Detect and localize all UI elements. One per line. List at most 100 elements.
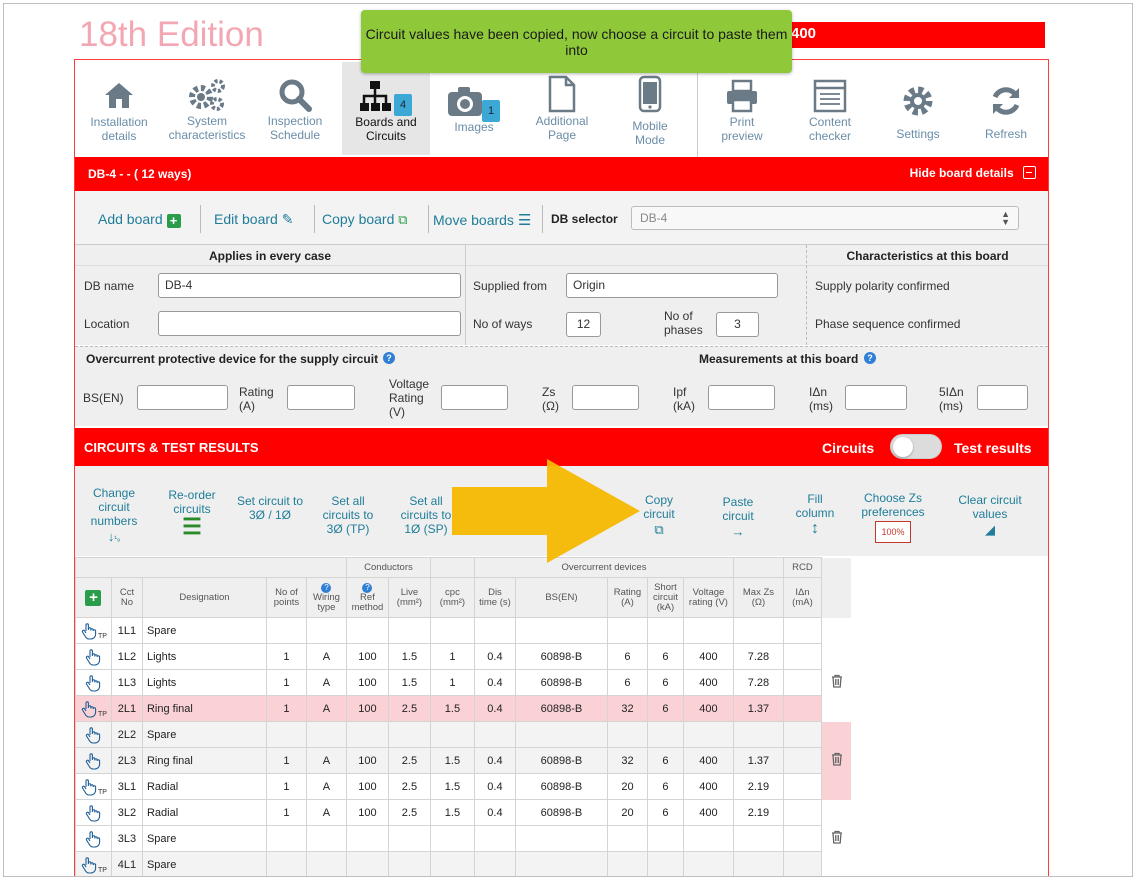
table-row[interactable]: 1L2 Lights 1 A 100 1.5 1 0.4 60898-B 6 6 400 7.28 — [75, 643, 852, 722]
cell-dis[interactable]: 0.4 — [473, 669, 516, 696]
cell-points[interactable] — [265, 721, 307, 748]
cell-idn[interactable] — [782, 669, 822, 696]
cell-short[interactable]: 6 — [646, 669, 684, 696]
cell-cct[interactable]: 4L1 — [110, 851, 143, 876]
cell-bsen[interactable] — [514, 721, 608, 748]
help-icon[interactable]: ? — [864, 352, 876, 364]
cell-cpc[interactable]: 1 — [429, 643, 475, 670]
cell-ref[interactable]: 100 — [345, 669, 389, 696]
cell-maxzs[interactable] — [732, 721, 784, 748]
cell-voltage[interactable] — [682, 721, 734, 748]
tab-installation-details[interactable]: Installation details — [75, 62, 163, 155]
cell-maxzs[interactable]: 1.37 — [732, 747, 784, 774]
tab-settings[interactable]: Settings — [874, 62, 962, 155]
select-circuit-button[interactable] — [75, 669, 112, 696]
cell-idn[interactable] — [782, 825, 822, 852]
cell-rating[interactable]: 6 — [606, 669, 648, 696]
cell-live[interactable]: 2.5 — [387, 747, 431, 774]
tab-additional-page[interactable]: Additional Page — [518, 62, 606, 155]
cell-points[interactable] — [265, 825, 307, 852]
cell-dis[interactable]: 0.4 — [473, 773, 516, 800]
cell-idn[interactable] — [782, 721, 822, 748]
cell-cpc[interactable] — [429, 851, 475, 876]
cell-bsen[interactable]: 60898-B — [514, 669, 608, 696]
cell-short[interactable] — [646, 825, 684, 852]
set-all-1-phase-button[interactable]: Set all circuits to 1Ø (SP) — [391, 494, 461, 536]
cell-cpc[interactable]: 1 — [429, 669, 475, 696]
select-circuit-button[interactable]: TP — [75, 695, 112, 722]
table-row[interactable]: 1L3 Lights 1 A 100 1.5 1 0.4 60898-B 6 6 400 7.28 — [75, 669, 852, 696]
select-circuit-button[interactable] — [75, 799, 112, 826]
cell-cct[interactable]: 3L2 — [110, 799, 143, 826]
cell-short[interactable]: 6 — [646, 747, 684, 774]
cell-designation[interactable]: Ring final — [141, 747, 267, 774]
idn-input[interactable] — [845, 385, 907, 410]
hide-board-details-button[interactable]: Hide board details — [910, 166, 1036, 180]
cell-wiring[interactable] — [305, 617, 347, 644]
cell-maxzs[interactable] — [732, 617, 784, 644]
copy-board-button[interactable]: Copy board ⧉ — [322, 211, 408, 228]
cell-dis[interactable] — [473, 721, 516, 748]
delete-circuit-group-button[interactable] — [821, 799, 852, 876]
cell-voltage[interactable]: 400 — [682, 799, 734, 826]
cell-dis[interactable]: 0.4 — [473, 747, 516, 774]
change-circuit-numbers-button[interactable]: Change circuit numbers ↓¹₉ — [83, 486, 145, 546]
cell-bsen[interactable] — [514, 851, 608, 876]
cell-designation[interactable]: Lights — [141, 669, 267, 696]
reorder-circuits-button[interactable]: Re-order circuits ☰ — [163, 488, 221, 538]
edit-board-button[interactable]: Edit board ✎ — [214, 211, 293, 228]
cell-designation[interactable]: Spare — [141, 851, 267, 876]
cell-rating[interactable] — [606, 721, 648, 748]
cell-live[interactable]: 1.5 — [387, 643, 431, 670]
cell-bsen[interactable] — [514, 825, 608, 852]
tab-content-checker[interactable]: Content checker — [786, 62, 874, 155]
rating-input[interactable] — [287, 385, 355, 410]
cell-wiring[interactable]: A — [305, 747, 347, 774]
db-name-input[interactable]: DB-4 — [158, 273, 461, 298]
cell-dis[interactable]: 0.4 — [473, 643, 516, 670]
voltage-rating-input[interactable] — [441, 385, 508, 410]
cell-wiring[interactable]: A — [305, 643, 347, 670]
cell-live[interactable]: 1.5 — [387, 669, 431, 696]
no-of-ways-input[interactable]: 12 — [566, 312, 601, 337]
cell-voltage[interactable] — [682, 617, 734, 644]
cell-cct[interactable]: 1L3 — [110, 669, 143, 696]
add-board-button[interactable]: Add board + — [98, 211, 181, 228]
cell-dis[interactable] — [473, 851, 516, 876]
circuits-test-results-switch[interactable] — [890, 434, 942, 459]
cell-bsen[interactable]: 60898-B — [514, 695, 608, 722]
table-row[interactable]: 2L3 Ring final 1 A 100 2.5 1.5 0.4 60898-B 32 6 400… — [75, 747, 852, 774]
select-circuit-button[interactable] — [75, 643, 112, 670]
delete-circuit-group-button[interactable] — [821, 643, 852, 722]
cell-voltage[interactable]: 400 — [682, 747, 734, 774]
cell-points[interactable]: 1 — [265, 773, 307, 800]
cell-voltage[interactable] — [682, 825, 734, 852]
cell-designation[interactable]: Ring final — [141, 695, 267, 722]
cell-idn[interactable] — [782, 617, 822, 644]
cell-wiring[interactable]: A — [305, 773, 347, 800]
cell-cpc[interactable]: 1.5 — [429, 773, 475, 800]
select-circuit-button[interactable]: TP — [75, 851, 112, 876]
cell-dis[interactable]: 0.4 — [473, 799, 516, 826]
cell-rating[interactable]: 32 — [606, 695, 648, 722]
table-row[interactable]: TP 3L1 Radial 1 A 100 2.5 1.5 0.4 60898-B 20 6 400 2.… — [75, 773, 852, 800]
tab-system-characteristics[interactable]: System characteristics — [163, 62, 251, 155]
cell-points[interactable]: 1 — [265, 695, 307, 722]
cell-idn[interactable] — [782, 773, 822, 800]
cell-dis[interactable] — [473, 617, 516, 644]
cell-cpc[interactable] — [429, 617, 475, 644]
cell-short[interactable]: 6 — [646, 695, 684, 722]
cell-live[interactable]: 2.5 — [387, 695, 431, 722]
cell-rating[interactable] — [606, 851, 648, 876]
cell-designation[interactable]: Spare — [141, 617, 267, 644]
cell-wiring[interactable] — [305, 721, 347, 748]
cell-bsen[interactable] — [514, 617, 608, 644]
cell-rating[interactable]: 20 — [606, 799, 648, 826]
cell-live[interactable]: 2.5 — [387, 773, 431, 800]
cell-maxzs[interactable]: 7.28 — [732, 669, 784, 696]
cell-cct[interactable]: 2L3 — [110, 747, 143, 774]
cell-ref[interactable] — [345, 851, 389, 876]
cell-ref[interactable]: 100 — [345, 773, 389, 800]
cell-points[interactable] — [265, 617, 307, 644]
table-row[interactable]: 3L3 Spare — [75, 825, 852, 852]
